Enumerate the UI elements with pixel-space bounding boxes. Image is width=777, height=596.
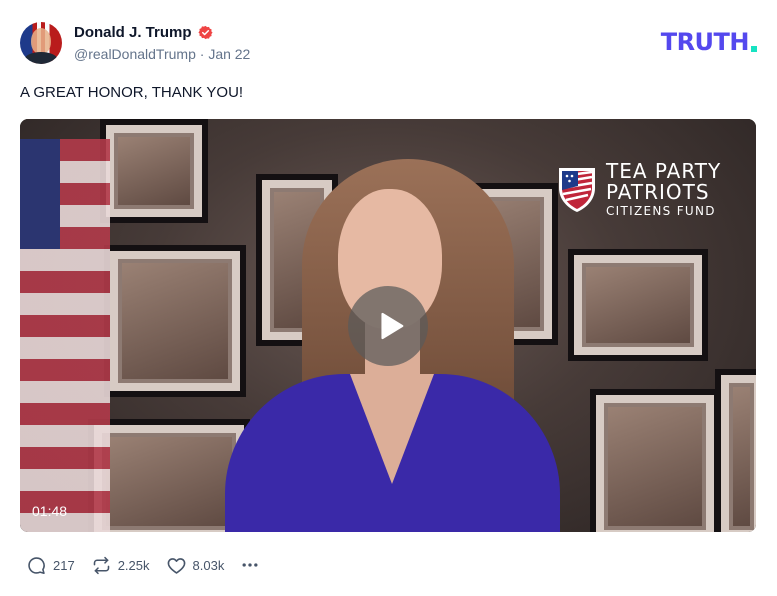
reply-count: 217	[53, 557, 75, 573]
ellipsis-icon[interactable]	[240, 555, 260, 575]
sponsor-logo: TEA PARTY PATRIOTS CITIZENS FUND	[556, 161, 721, 218]
wall-frame	[104, 245, 246, 397]
wall-frame	[715, 369, 756, 532]
heart-icon	[167, 557, 185, 574]
verified-badge-icon	[197, 25, 213, 39]
post-text: A GREAT HONOR, THANK YOU!	[20, 84, 244, 101]
sponsor-line-2: PATRIOTS	[606, 180, 710, 204]
video-duration: 01:48	[32, 503, 68, 519]
meta-separator: ·	[199, 46, 205, 62]
wall-frame	[568, 249, 708, 361]
retruth-count: 2.25k	[117, 557, 150, 573]
wall-frame	[100, 119, 208, 223]
reply-icon	[28, 556, 45, 574]
avatar-suit	[24, 52, 58, 64]
truth-post: Donald J. Trump @realDonaldTrump · Jan 2…	[0, 0, 777, 596]
flag-union	[20, 139, 60, 249]
sponsor-text: TEA PARTY PATRIOTS CITIZENS FUND	[606, 161, 721, 218]
presenter-neckline	[350, 374, 434, 484]
like-button[interactable]: 8.03k	[166, 555, 225, 576]
retruth-icon	[93, 556, 109, 574]
reply-button[interactable]: 217	[26, 555, 75, 576]
play-button[interactable]	[348, 286, 428, 366]
author-name-row: Donald J. Trump	[74, 23, 213, 41]
author-meta: @realDonaldTrump · Jan 22	[74, 46, 250, 62]
author-display-name[interactable]: Donald J. Trump	[74, 24, 192, 41]
avatar-face	[31, 28, 51, 54]
wall-frame	[590, 389, 720, 532]
play-icon	[381, 312, 404, 340]
avatar[interactable]	[20, 22, 62, 64]
sponsor-line-3: CITIZENS FUND	[606, 204, 716, 218]
video-player[interactable]: TEA PARTY PATRIOTS CITIZENS FUND 01:48	[20, 119, 756, 532]
post-actions: 217 2.25k 8.03k	[26, 554, 260, 576]
retruth-button[interactable]: 2.25k	[91, 555, 150, 576]
shield-flag-icon	[559, 168, 595, 213]
truth-logo-text: TRUTH	[660, 28, 750, 56]
post-date[interactable]: Jan 22	[208, 46, 250, 62]
like-count: 8.03k	[192, 557, 225, 573]
author-handle[interactable]: @realDonaldTrump	[74, 46, 196, 62]
truth-logo[interactable]: TRUTH	[661, 28, 757, 56]
sponsor-line-1: TEA PARTY	[606, 159, 722, 183]
truth-logo-dot	[751, 46, 757, 52]
